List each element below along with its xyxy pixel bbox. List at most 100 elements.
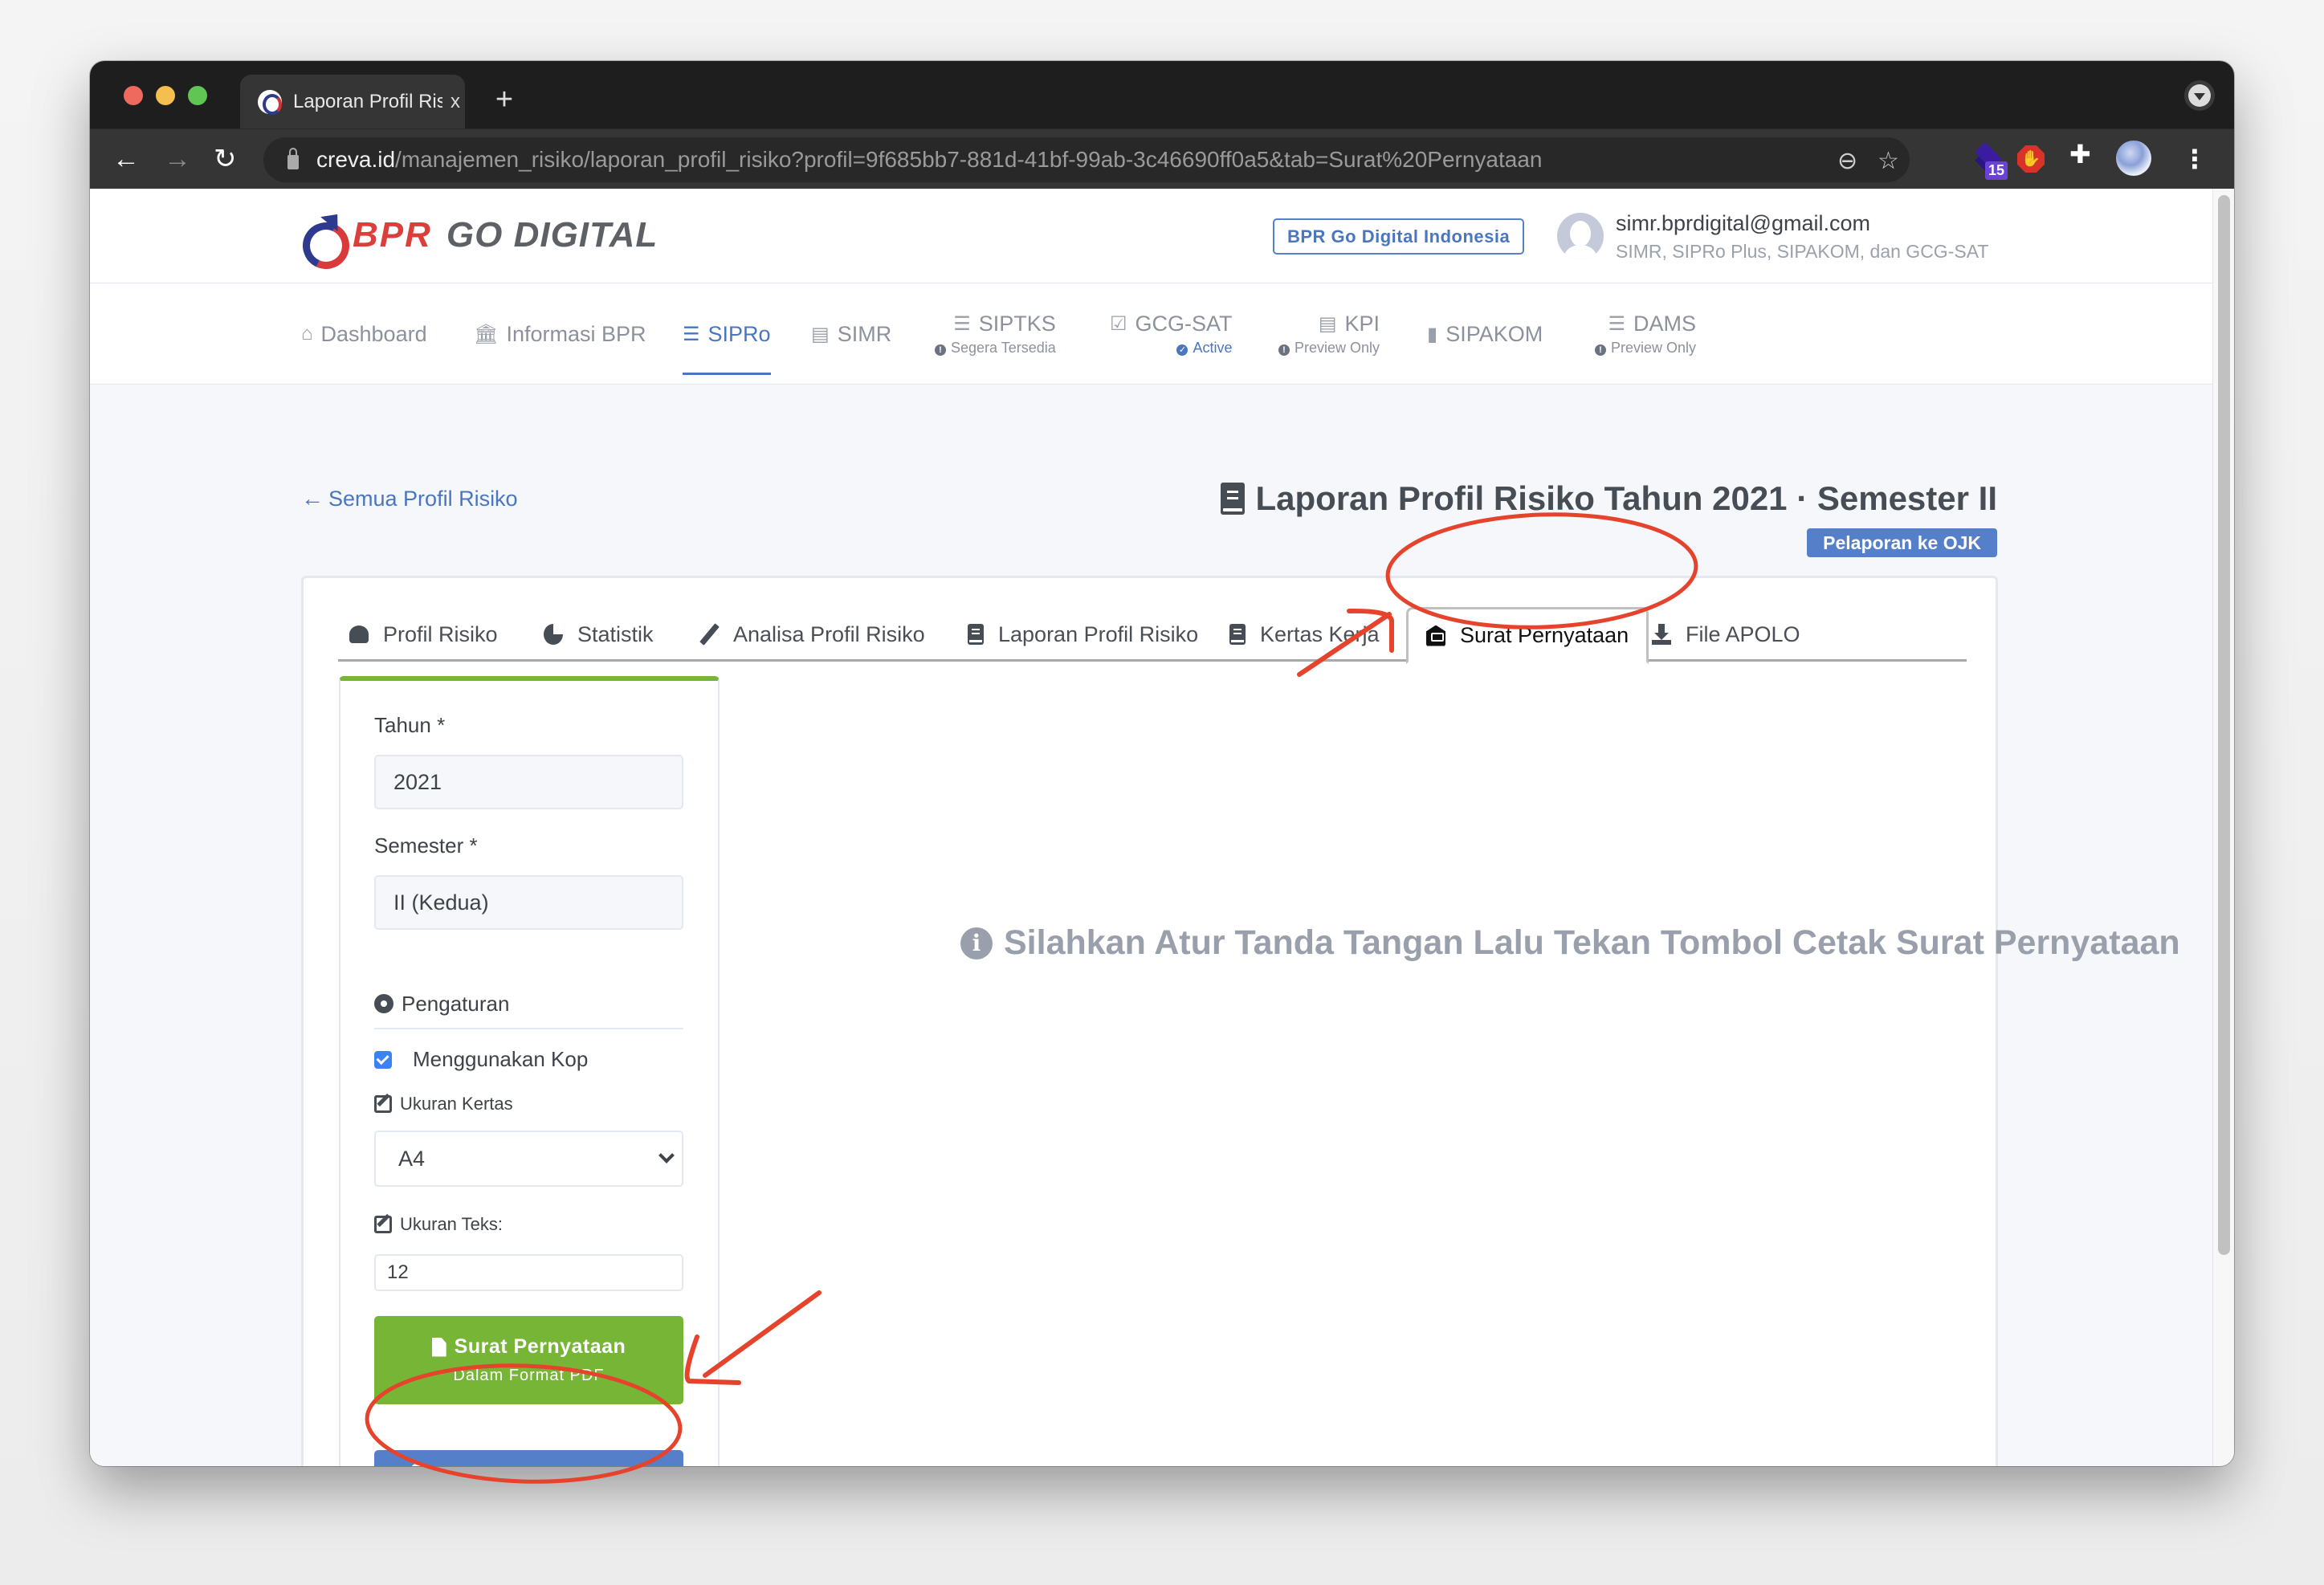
print-pdf-button[interactable]: Surat Pernyataan Dalam Format PDF <box>374 1316 683 1404</box>
clipboard-list-icon: ▤ <box>1318 313 1337 335</box>
gear-icon <box>374 994 393 1013</box>
book-icon: ▮ <box>1427 323 1438 345</box>
logo-text-go-digital: GO DIGITAL <box>446 215 658 255</box>
paper-size-select[interactable]: A4 <box>374 1131 683 1187</box>
bank-icon: 🏛 <box>474 323 499 345</box>
extension-badge: 15 <box>1985 161 2008 180</box>
site-header: BPR GO DIGITAL BPR Go Digital Indonesia … <box>90 189 2212 283</box>
report-card: Profil Risiko Statistik Analisa Profil R… <box>301 576 2180 1466</box>
reload-button[interactable]: ↻ <box>214 144 237 174</box>
use-kop-checkbox-row[interactable]: Menggunakan Kop <box>374 1047 588 1072</box>
adblock-extension-icon[interactable]: ✋ <box>2017 145 2045 173</box>
browser-toolbar: ← → ↻ creva.id/manajemen_risiko/laporan_… <box>90 128 2234 189</box>
tasks-icon: ☰ <box>1608 313 1626 335</box>
page-scrollbar[interactable] <box>2212 189 2234 1466</box>
nav-item-kpi[interactable]: ▤ KPI ! Preview Only <box>1278 283 1380 385</box>
site-logo[interactable]: BPR GO DIGITAL <box>301 211 658 259</box>
new-tab-button[interactable]: + <box>483 79 525 120</box>
page-content: BPR GO DIGITAL BPR Go Digital Indonesia … <box>90 189 2212 1466</box>
tab-kertas-kerja[interactable]: Kertas Kerja <box>1229 607 1380 662</box>
pie-chart-icon <box>544 624 563 645</box>
organization-badge[interactable]: BPR Go Digital Indonesia <box>1273 218 1525 255</box>
home-icon: ⌂ <box>301 323 313 344</box>
paper-size-label: Ukuran Kertas <box>374 1094 513 1114</box>
back-button[interactable]: ← <box>112 144 140 174</box>
minimize-window-button[interactable] <box>156 86 175 105</box>
tasks-icon: ☰ <box>683 323 700 345</box>
nav-status-segera-tersedia: ! Segera Tersedia <box>935 340 1056 357</box>
text-size-input[interactable]: 12 <box>374 1254 683 1291</box>
semester-label: Semester * <box>374 833 478 858</box>
browser-window: Laporan Profil Risiko | Creva Bu x + ← →… <box>90 61 2234 1466</box>
favicon-icon <box>258 89 282 115</box>
nav-status-preview-only: ! Preview Only <box>1278 340 1380 357</box>
exclamation-icon: ! <box>1595 344 1606 356</box>
tasks-icon: ☰ <box>953 313 971 335</box>
tab-file-apolo[interactable]: File APOLO <box>1652 607 1800 662</box>
gauge-icon <box>349 625 369 643</box>
nav-item-sipakom[interactable]: ▮ SIPAKOM <box>1427 283 1543 385</box>
book-icon <box>1229 624 1246 645</box>
tab-surat-pernyataan[interactable]: Surat Pernyataan <box>1406 607 1649 664</box>
envelope-open-icon <box>1426 625 1445 646</box>
settings-heading: Pengaturan <box>374 988 683 1029</box>
nav-status-preview-only: ! Preview Only <box>1595 340 1696 357</box>
nav-item-gcg-sat[interactable]: ☑ GCG-SAT ✓ Active <box>1110 283 1233 385</box>
browser-menu-icon[interactable]: ⋮ <box>2182 144 2217 179</box>
tab-analisa-profil-risiko[interactable]: Analisa Profil Risiko <box>699 607 925 662</box>
tab-search-icon[interactable] <box>2184 80 2215 111</box>
nav-item-informasi-bpr[interactable]: 🏛 Informasi BPR <box>474 283 646 385</box>
zoom-out-icon[interactable]: ⊖ <box>1837 147 1857 175</box>
tab-laporan-profil-risiko[interactable]: Laporan Profil Risiko <box>968 607 1198 662</box>
tab-title: Laporan Profil Risiko | Creva Bu <box>293 90 442 112</box>
user-email[interactable]: simr.bprdigital@gmail.com <box>1616 211 1870 236</box>
user-avatar[interactable] <box>1557 213 1604 259</box>
nav-item-siptks[interactable]: ☰ SIPTKS ! Segera Tersedia <box>935 283 1056 385</box>
report-tabs: Profil Risiko Statistik Analisa Profil R… <box>338 607 1967 664</box>
address-bar[interactable]: creva.id/manajemen_risiko/laporan_profil… <box>263 137 1910 182</box>
tab-strip: Laporan Profil Risiko | Creva Bu x + <box>90 61 2234 128</box>
tab-profil-risiko[interactable]: Profil Risiko <box>349 607 498 662</box>
book-icon <box>1220 483 1245 515</box>
settings-panel: Tahun * 2021 Semester * II (Kedua) Penga… <box>339 676 720 1466</box>
use-kop-checkbox[interactable] <box>374 1050 392 1069</box>
text-size-label: Ukuran Teks: <box>374 1214 503 1235</box>
arrow-left-icon: ← <box>301 486 324 511</box>
tab-statistik[interactable]: Statistik <box>544 607 654 662</box>
scrollbar-thumb[interactable] <box>2218 195 2230 1255</box>
signature-settings-button[interactable]: Pengaturan Tanda Tangan <box>374 1450 683 1466</box>
nav-item-sipro[interactable]: ☰ SIPRo <box>683 283 771 385</box>
logo-mark-icon <box>301 211 348 259</box>
pencil-icon <box>699 624 719 645</box>
chevron-down-icon <box>658 1147 675 1163</box>
lock-icon <box>287 148 299 169</box>
logo-text-bpr: BPR <box>353 215 432 255</box>
tahun-label: Tahun * <box>374 713 446 737</box>
info-message: i Silahkan Atur Tanda Tangan Lalu Tekan … <box>960 923 2180 963</box>
clipboard-check-icon: ☑ <box>1110 313 1127 335</box>
forward-button[interactable]: → <box>164 144 191 174</box>
close-window-button[interactable] <box>124 86 143 105</box>
main-nav: ⌂ Dashboard 🏛 Informasi BPR ☰ SIPRo ▤ SIMR ☰… <box>90 283 2212 385</box>
check-circle-icon: ✓ <box>1176 344 1189 356</box>
download-icon <box>1652 624 1671 645</box>
user-roles: SIMR, SIPRo Plus, SIPAKOM, dan GCG-SAT <box>1616 241 1989 262</box>
bookmark-star-icon[interactable]: ☆ <box>1878 147 1899 175</box>
status-badge: Pelaporan ke OJK <box>1807 528 1997 557</box>
extensions-puzzle-icon[interactable]: ✚ <box>2069 139 2105 174</box>
tahun-field[interactable]: 2021 <box>374 755 683 809</box>
back-to-all-profiles-link[interactable]: ← Semua Profil Risiko <box>301 486 518 511</box>
nav-item-dams[interactable]: ☰ DAMS ! Preview Only <box>1595 283 1696 385</box>
url-text[interactable]: creva.id/manajemen_risiko/laporan_profil… <box>316 147 1543 173</box>
info-circle-icon: i <box>960 927 993 960</box>
file-pdf-icon <box>431 1337 446 1357</box>
semester-field[interactable]: II (Kedua) <box>374 875 683 930</box>
edit-icon <box>374 1216 392 1233</box>
profile-avatar[interactable] <box>2116 141 2151 176</box>
tab-close-icon[interactable]: x <box>451 91 460 113</box>
nav-item-dashboard[interactable]: ⌂ Dashboard <box>301 283 427 385</box>
file-icon: ▤ <box>811 323 830 345</box>
browser-tab-active[interactable]: Laporan Profil Risiko | Creva Bu x <box>240 75 465 128</box>
nav-item-simr[interactable]: ▤ SIMR <box>811 283 891 385</box>
maximize-window-button[interactable] <box>188 86 207 105</box>
